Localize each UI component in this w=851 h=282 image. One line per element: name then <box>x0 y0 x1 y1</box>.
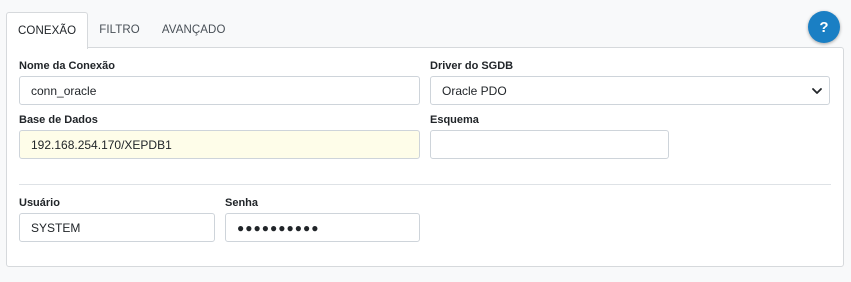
chevron-down-icon <box>812 87 822 94</box>
connection-form-panel: Nome da Conexão conn_oracle Driver do SG… <box>6 47 844 267</box>
connection-name-input[interactable]: conn_oracle <box>19 76 420 105</box>
user-input[interactable]: SYSTEM <box>19 213 215 242</box>
tab-bar: CONEXÃO FILTRO AVANÇADO <box>6 12 237 49</box>
database-value: 192.168.254.170/XEPDB1 <box>31 137 172 152</box>
database-label: Base de Dados <box>19 114 98 126</box>
database-input[interactable]: 192.168.254.170/XEPDB1 <box>19 130 420 159</box>
driver-select[interactable]: Oracle PDO <box>430 76 830 105</box>
connection-name-label: Nome da Conexão <box>19 60 115 72</box>
tab-avancado[interactable]: AVANÇADO <box>151 12 237 48</box>
connection-name-value: conn_oracle <box>31 83 97 98</box>
user-label: Usuário <box>19 197 60 209</box>
password-label: Senha <box>225 197 259 209</box>
form-divider <box>19 184 831 185</box>
password-value: ●●●●●●●●●● <box>237 220 320 235</box>
driver-value: Oracle PDO <box>442 83 507 98</box>
driver-label: Driver do SGDB <box>430 60 514 72</box>
password-input[interactable]: ●●●●●●●●●● <box>225 213 420 242</box>
help-button[interactable]: ? <box>808 11 840 43</box>
schema-label: Esquema <box>430 114 479 126</box>
help-icon: ? <box>819 18 829 36</box>
user-value: SYSTEM <box>31 220 81 235</box>
tab-filtro[interactable]: FILTRO <box>88 12 151 48</box>
schema-input[interactable] <box>430 130 669 159</box>
tab-conexao[interactable]: CONEXÃO <box>6 12 89 49</box>
